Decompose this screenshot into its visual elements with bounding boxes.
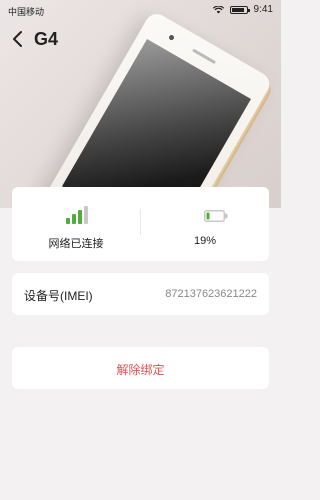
unbind-button[interactable]: 解除绑定	[12, 347, 269, 389]
signal-bar-4	[84, 206, 88, 224]
network-status: 网络已连接	[12, 187, 140, 261]
device-hero: 中国移动 9:41 G4	[0, 0, 281, 208]
phone-screen	[62, 38, 251, 208]
nav-bar: G4	[0, 26, 281, 52]
battery-fill	[206, 212, 210, 220]
battery-status: 19%	[141, 187, 269, 261]
page-title: G4	[34, 29, 59, 49]
device-status-card: 网络已连接 19%	[12, 187, 269, 261]
signal-bar-2	[72, 214, 76, 224]
signal-icon	[66, 206, 88, 224]
battery-level-label: 19%	[193, 235, 217, 247]
wifi-icon	[212, 5, 224, 13]
status-right: 9:41	[212, 4, 273, 15]
signal-bar-3	[78, 210, 82, 224]
status-battery-icon	[229, 5, 250, 14]
unbind-label: 解除绑定	[116, 363, 165, 377]
signal-bar-1	[66, 218, 70, 224]
battery-icon	[204, 210, 228, 222]
status-time: 9:41	[253, 4, 273, 15]
back-arrow-icon[interactable]	[10, 30, 26, 48]
imei-label: 设备号(IMEI)	[24, 289, 93, 303]
imei-row: 设备号(IMEI) 872137623621222	[12, 273, 269, 315]
network-status-label: 网络已连接	[48, 238, 104, 250]
status-bar: 中国移动 9:41	[0, 0, 281, 20]
carrier-name: 中国移动	[8, 7, 45, 17]
imei-value: 872137623621222	[165, 288, 257, 300]
